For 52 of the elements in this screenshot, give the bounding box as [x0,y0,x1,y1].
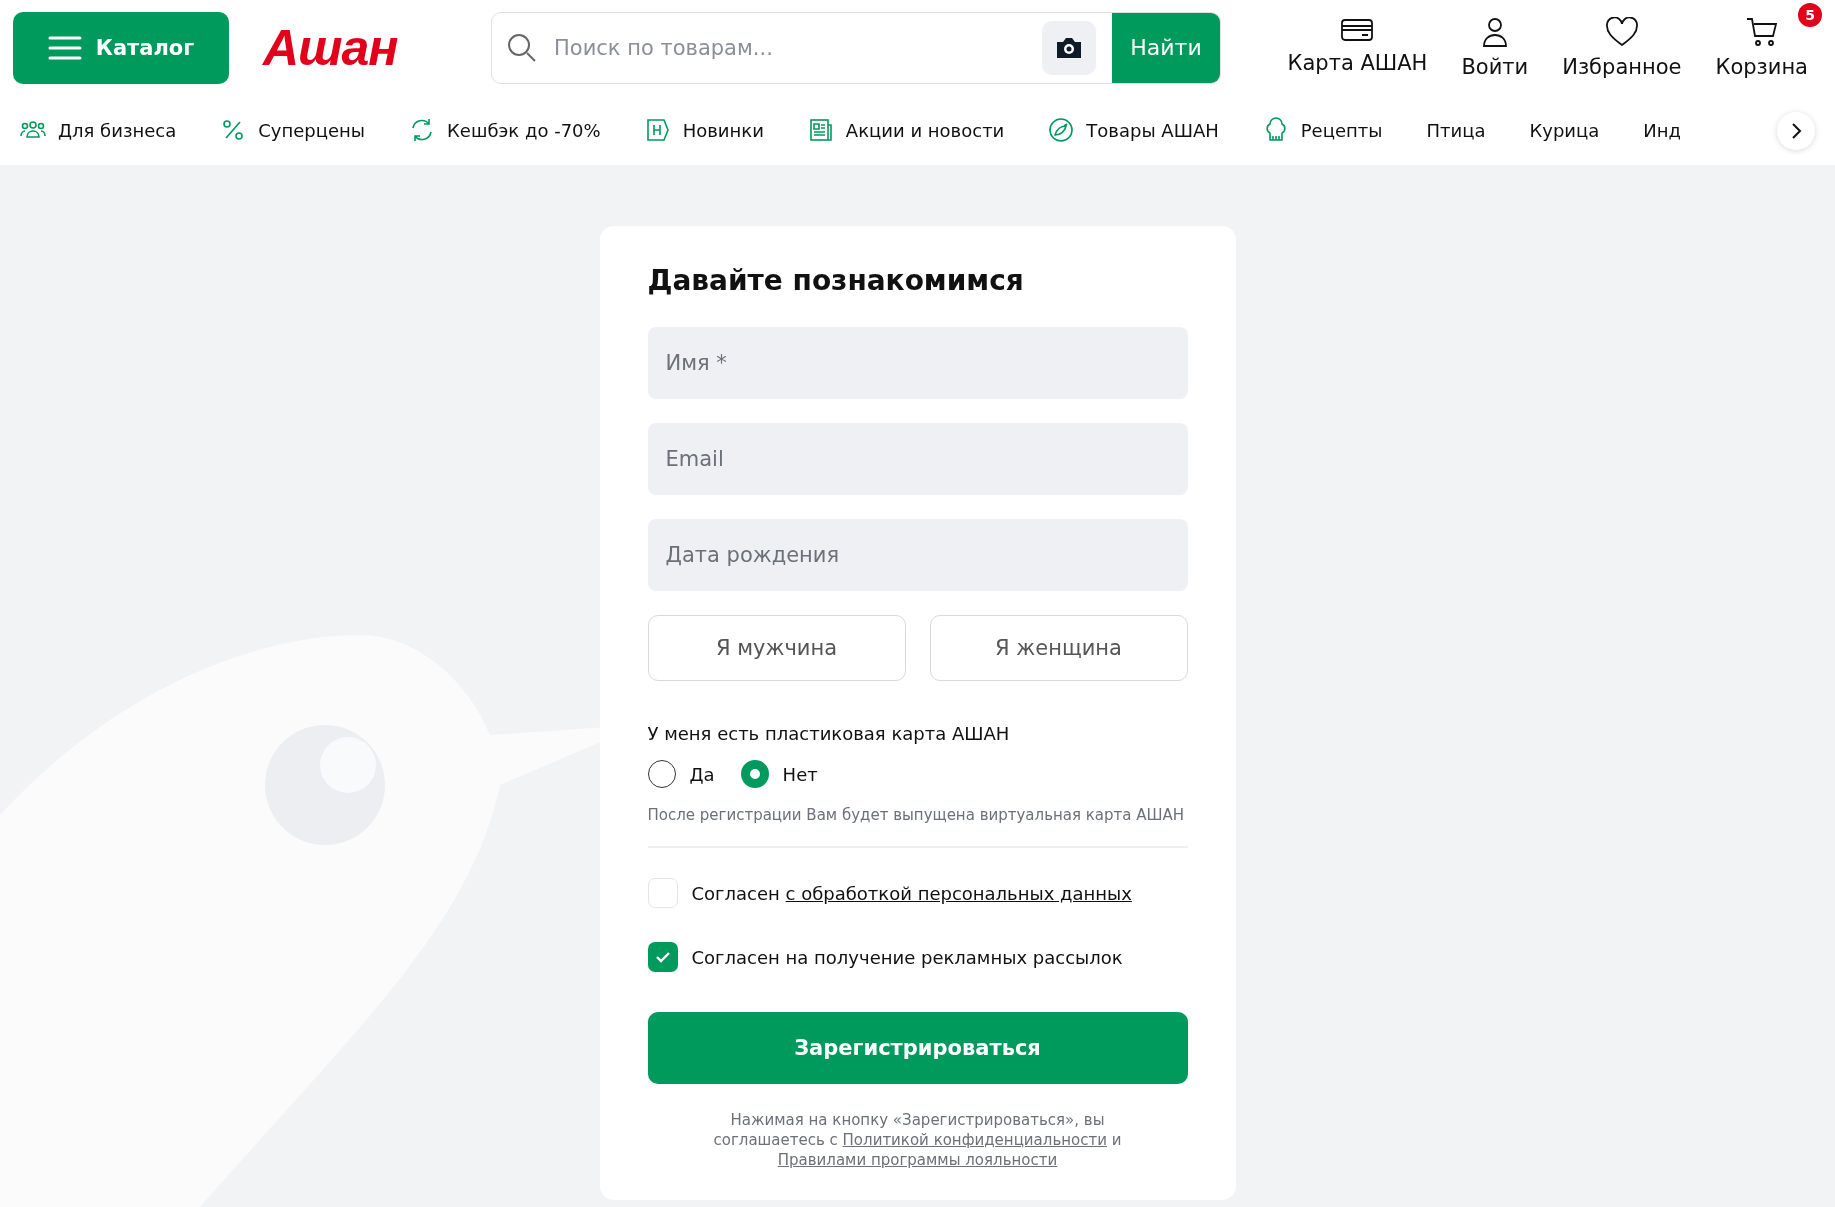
logo[interactable]: Ашан [263,18,459,77]
user-icon [1481,16,1508,47]
menu-icon [47,34,82,61]
nav-link[interactable]: Кешбэк до -70% [409,117,601,143]
nav-link[interactable]: Птица [1426,119,1486,141]
question-label: У меня есть пластиковая карта АШАН [647,723,1011,744]
nav-link[interactable]: Рецепты [1262,117,1383,143]
nav-link[interactable]: Суперцены [220,117,366,143]
newspaper-icon [807,117,834,143]
legal-text: Нажимая на кнопку «Зарегистрироваться», вы соглашаетесь с Политикой конфиденциальности и Правилами программы лояльности [712,1110,1123,1170]
card-icon [1340,16,1375,43]
text-field[interactable]: Имя * [647,327,1188,399]
checkbox[interactable] [647,878,678,908]
consent-text: Согласен с обработкой персональных данных [691,882,1132,904]
form-title: Давайте познакомимся [647,264,1025,297]
camera-icon [1055,35,1083,60]
hint-text: После регистрации Вам будет выпущена виртуальная карта АШАН [647,806,1188,848]
new-badge-icon [644,117,671,143]
search-field[interactable]: Поиск по товарам... Найти [491,11,1221,84]
radio-label: Нет [782,763,818,785]
radio-label: Да [689,763,715,785]
nav-link[interactable]: Курица [1529,119,1600,141]
header-action[interactable]: Войти [1461,16,1529,79]
loyalty-rules-link[interactable]: Правилами программы лояльности [777,1151,1058,1169]
radio-button[interactable] [647,760,676,788]
search-button[interactable]: Найти [1112,12,1220,83]
nav-link[interactable]: Инд [1643,119,1682,141]
camera-button[interactable] [1042,20,1096,75]
consent-text: Согласен на получение рекламных рассылок [691,946,1123,968]
register-button[interactable]: Зарегистрироваться [647,1012,1188,1084]
search-icon [506,31,538,64]
nav-link[interactable]: Акции и новости [807,117,1005,143]
radio-button[interactable] [740,760,769,788]
text-field[interactable]: Дата рождения [647,519,1188,591]
checkmark-icon [654,951,671,963]
nav-link[interactable]: Товары АШАН [1048,117,1219,143]
cart-icon [1745,16,1778,47]
header-action[interactable]: Избранное [1562,16,1682,79]
catalog-button[interactable]: Каталог [13,11,229,84]
cart-count-badge: 5 [1798,2,1822,27]
gender-button[interactable]: Я женщина [929,615,1188,681]
scroll-right-button[interactable] [1777,112,1815,150]
gender-button[interactable]: Я мужчина [647,615,906,681]
checkbox[interactable] [647,942,678,972]
text-field[interactable]: Email [647,423,1188,495]
nav-link[interactable]: Для бизнеса [20,117,177,143]
heart-icon [1604,16,1639,47]
header-action[interactable]: Карта АШАН [1287,16,1428,75]
chevron-right-icon [1790,122,1802,140]
privacy-policy-link[interactable]: Политикой конфиденциальности [842,1131,1107,1149]
nav-link[interactable]: Новинки [644,117,764,143]
consent-link[interactable]: с обработкой персональных данных [785,882,1132,904]
